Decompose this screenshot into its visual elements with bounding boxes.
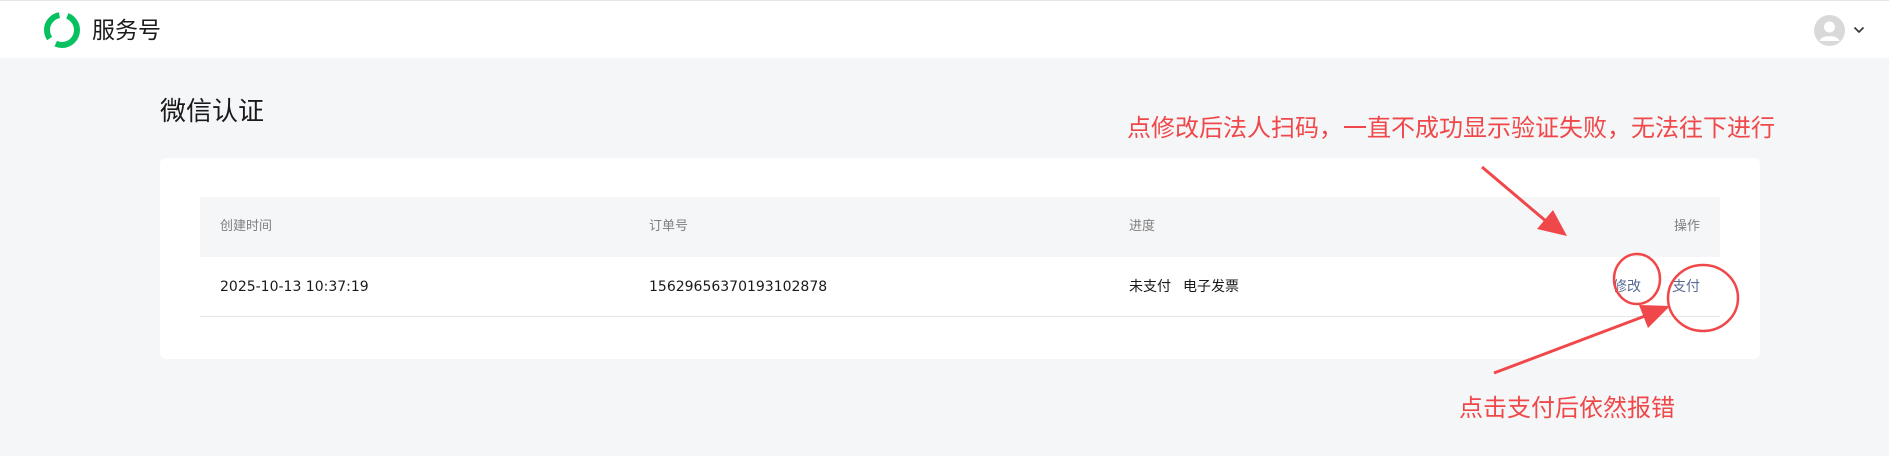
top-annotation-text: 点修改后法人扫码，一直不成功显示验证失败，无法往下进行 [1127, 114, 1775, 142]
created-at-cell: 2025-10-13 10:37:19 [220, 279, 369, 295]
chevron-down-icon[interactable] [1853, 25, 1865, 35]
column-progress: 进度 [1129, 219, 1156, 234]
order-no-cell: 15629656370193102878 [649, 279, 828, 295]
table-row: 2025-10-13 10:37:19 15629656370193102878… [200, 257, 1720, 317]
invoice-cell: 电子发票 [1183, 279, 1239, 295]
user-avatar-icon[interactable] [1814, 15, 1845, 46]
modify-link[interactable]: 修改 [1613, 277, 1641, 297]
pay-link[interactable]: 支付 [1672, 277, 1700, 297]
status-cell: 未支付 [1129, 279, 1171, 295]
top-bar: 服务号 [0, 0, 1889, 58]
wechat-service-logo-icon[interactable] [44, 12, 80, 48]
page-title: 微信认证 [160, 97, 265, 127]
column-order-no: 订单号 [649, 219, 689, 234]
brand-name[interactable]: 服务号 [92, 17, 161, 45]
column-actions: 操作 [1673, 219, 1700, 234]
orders-card: 创建时间 订单号 进度 操作 2025-10-13 10:37:19 15629… [160, 158, 1760, 359]
column-created-at: 创建时间 [220, 219, 273, 234]
table-header: 创建时间 订单号 进度 操作 [200, 197, 1720, 257]
bottom-annotation-text: 点击支付后依然报错 [1459, 394, 1675, 422]
